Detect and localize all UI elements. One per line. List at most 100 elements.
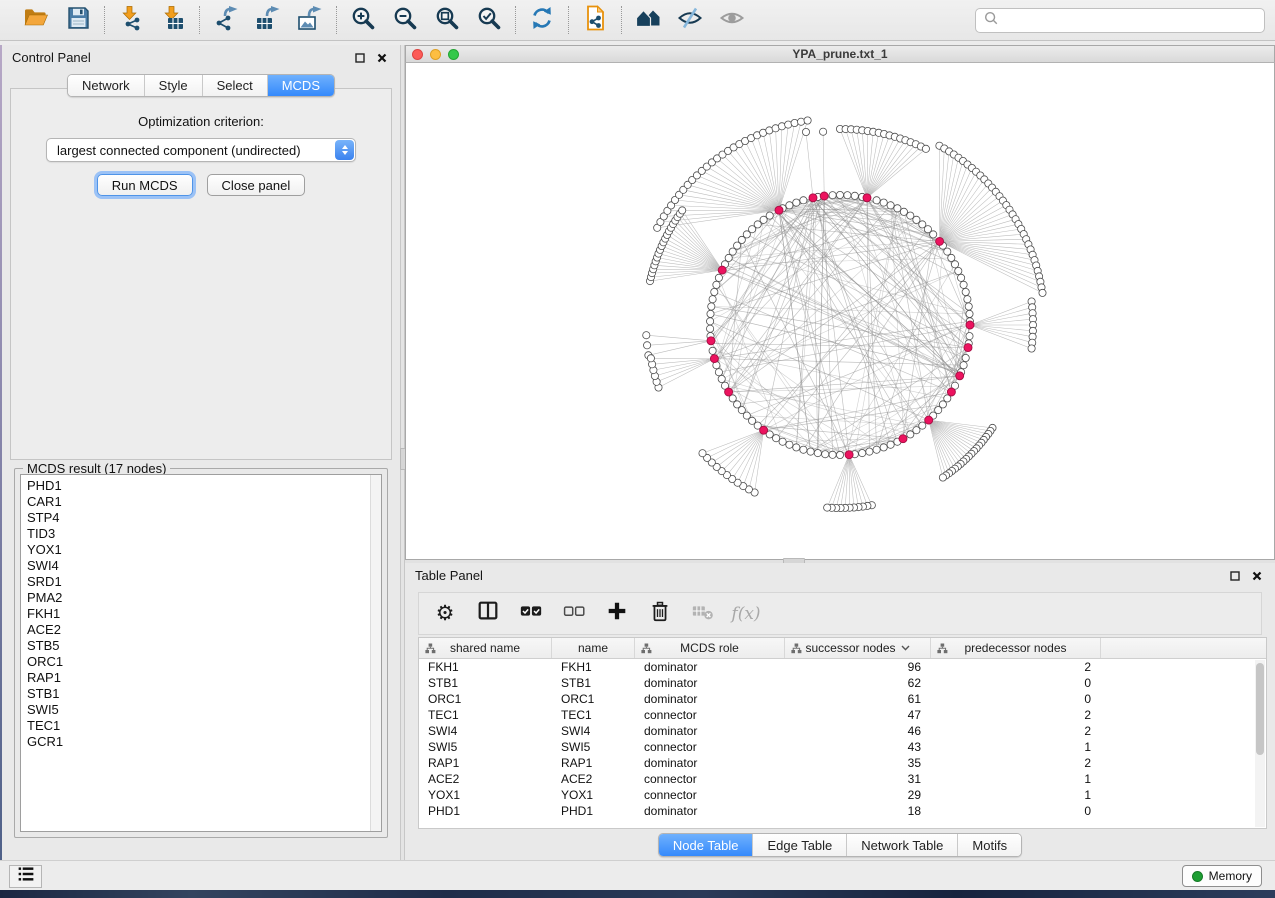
mcds-result-item[interactable]: CAR1 [27, 494, 369, 510]
close-panel-icon[interactable] [1249, 568, 1265, 584]
save-session-button[interactable] [65, 7, 91, 33]
column-header-name[interactable]: name [552, 638, 635, 658]
table-row[interactable]: FKH1FKH1dominator962 [419, 659, 1266, 675]
table-cell: connector [635, 708, 785, 722]
delete-table-icon [691, 599, 715, 628]
control-panel-title: Control Panel [12, 50, 91, 65]
network-from-selection-button[interactable] [582, 7, 608, 33]
tab-style[interactable]: Style [145, 75, 203, 96]
column-header-successor-nodes[interactable]: successor nodes [785, 638, 931, 658]
table-cell: SWI4 [552, 724, 635, 738]
column-header-MCDS-role[interactable]: MCDS role [635, 638, 785, 658]
tab-mcds[interactable]: MCDS [268, 75, 334, 96]
table-row[interactable]: SWI5SWI5connector431 [419, 739, 1266, 755]
mcds-result-item[interactable]: TEC1 [27, 718, 369, 734]
tab-network[interactable]: Network [68, 75, 145, 96]
network-canvas[interactable] [405, 63, 1275, 560]
refresh-button[interactable] [529, 7, 555, 33]
column-label: predecessor nodes [964, 641, 1066, 655]
delete-button[interactable] [648, 602, 672, 626]
zoom-selected-button[interactable] [476, 7, 502, 33]
zoom-in-button[interactable] [350, 7, 376, 33]
mcds-result-item[interactable]: ACE2 [27, 622, 369, 638]
panel-menu-button[interactable] [9, 865, 42, 888]
tab-motifs[interactable]: Motifs [958, 834, 1021, 856]
table-cell: 0 [931, 676, 1101, 690]
zoom-fit-button[interactable] [434, 7, 460, 33]
mcds-result-item[interactable]: SRD1 [27, 574, 369, 590]
show-all-button[interactable] [719, 7, 745, 33]
table-cell: FKH1 [552, 660, 635, 674]
mcds-result-item[interactable]: ORC1 [27, 654, 369, 670]
memory-button[interactable]: Memory [1182, 865, 1262, 887]
table-row[interactable]: ORC1ORC1dominator610 [419, 691, 1266, 707]
table-row[interactable]: SWI4SWI4dominator462 [419, 723, 1266, 739]
mcds-result-item[interactable]: TID3 [27, 526, 369, 542]
table-row[interactable]: STB1STB1dominator620 [419, 675, 1266, 691]
export-network-button[interactable] [213, 7, 239, 33]
table-cell: TEC1 [552, 708, 635, 722]
float-panel-icon[interactable] [1227, 568, 1243, 584]
tab-edge-table[interactable]: Edge Table [753, 834, 847, 856]
mcds-result-item[interactable]: STB5 [27, 638, 369, 654]
import-table-button[interactable] [160, 7, 186, 33]
column-label: shared name [450, 641, 520, 655]
hide-selected-button[interactable] [677, 7, 703, 33]
table-cell: connector [635, 740, 785, 754]
select-all-button[interactable] [519, 602, 543, 626]
search-box[interactable] [975, 8, 1265, 33]
mcds-result-list[interactable]: PHD1CAR1STP4TID3YOX1SWI4SRD1PMA2FKH1ACE2… [20, 474, 382, 832]
tab-node-table[interactable]: Node Table [659, 834, 754, 856]
table-cell: 47 [785, 708, 931, 722]
menu-list-icon [16, 865, 36, 888]
table-row[interactable]: YOX1YOX1connector291 [419, 787, 1266, 803]
settings-gear-button[interactable]: ⚙ [433, 602, 457, 626]
add-button[interactable] [605, 602, 629, 626]
table-cell: 46 [785, 724, 931, 738]
columns-button[interactable] [476, 602, 500, 626]
tab-select[interactable]: Select [203, 75, 268, 96]
deselect-all-button[interactable] [562, 602, 586, 626]
run-mcds-button[interactable]: Run MCDS [97, 174, 193, 196]
tab-network-table[interactable]: Network Table [847, 834, 958, 856]
column-header-predecessor-nodes[interactable]: predecessor nodes [931, 638, 1101, 658]
column-header-shared-name[interactable]: shared name [419, 638, 552, 658]
show-all-icon [719, 5, 745, 36]
settings-gear-icon: ⚙ [436, 603, 455, 624]
export-image-button[interactable] [297, 7, 323, 33]
float-panel-icon[interactable] [352, 50, 368, 66]
table-panel: Table Panel ⚙f(x) shared namenameMCDS ro… [405, 563, 1275, 860]
close-panel-button[interactable]: Close panel [207, 174, 306, 196]
export-table-button[interactable] [255, 7, 281, 33]
export-network-icon [213, 5, 239, 36]
table-scrollbar[interactable] [1255, 660, 1265, 827]
scrollbar-thumb[interactable] [1256, 663, 1264, 755]
mcds-result-item[interactable]: PHD1 [27, 478, 369, 494]
table-row[interactable]: PHD1PHD1dominator180 [419, 803, 1266, 819]
table-cell: ORC1 [552, 692, 635, 706]
search-input[interactable] [1004, 13, 1257, 27]
mcds-result-item[interactable]: SWI5 [27, 702, 369, 718]
network-window-titlebar[interactable]: YPA_prune.txt_1 [405, 45, 1275, 63]
mcds-result-item[interactable]: YOX1 [27, 542, 369, 558]
houses-button[interactable] [635, 7, 661, 33]
import-network-button[interactable] [118, 7, 144, 33]
mcds-result-item[interactable]: RAP1 [27, 670, 369, 686]
mcds-result-item[interactable]: SWI4 [27, 558, 369, 574]
table-row[interactable]: RAP1RAP1dominator352 [419, 755, 1266, 771]
control-panel-tabbar: NetworkStyleSelectMCDS [2, 74, 400, 97]
mcds-result-item[interactable]: GCR1 [27, 734, 369, 750]
mcds-result-item[interactable]: STP4 [27, 510, 369, 526]
table-row[interactable]: ACE2ACE2connector311 [419, 771, 1266, 787]
zoom-out-button[interactable] [392, 7, 418, 33]
optimization-criterion-select[interactable]: largest connected component (undirected) [46, 138, 356, 162]
table-cell: STB1 [552, 676, 635, 690]
mcds-result-item[interactable]: FKH1 [27, 606, 369, 622]
mcds-list-scrollbar[interactable] [370, 475, 381, 831]
mcds-result-item[interactable]: PMA2 [27, 590, 369, 606]
close-panel-icon[interactable] [374, 50, 390, 66]
table-row[interactable]: TEC1TEC1connector472 [419, 707, 1266, 723]
mcds-result-item[interactable]: STB1 [27, 686, 369, 702]
table-cell: RAP1 [419, 756, 552, 770]
open-session-button[interactable] [23, 7, 49, 33]
